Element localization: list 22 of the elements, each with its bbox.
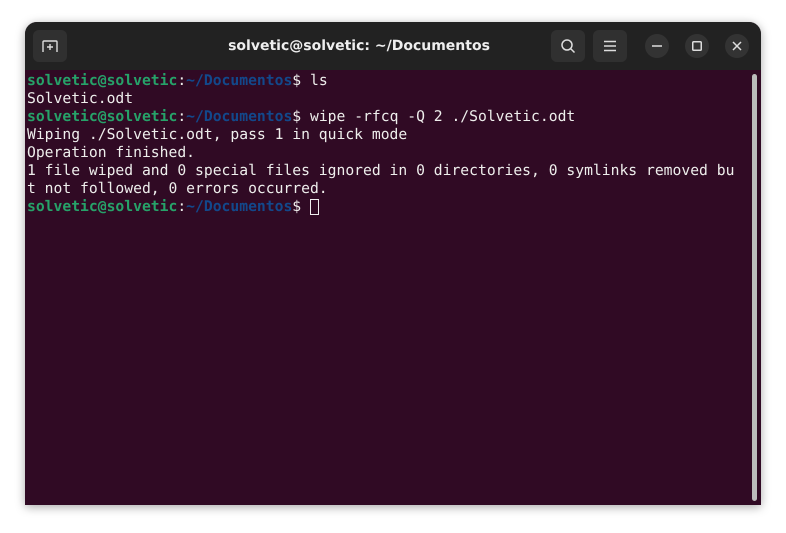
output-line: 1 file wiped and 0 special files ignored in 0 directories, 0 symlinks removed bu <box>27 162 734 180</box>
prompt-line: solvetic@solvetic:~/Documentos$ <box>27 198 302 216</box>
menu-button[interactable] <box>593 30 627 62</box>
menu-icon <box>603 40 617 52</box>
output-line: Solvetic.odt <box>27 90 134 108</box>
maximize-icon <box>692 41 702 51</box>
minimize-icon <box>652 45 662 47</box>
search-button[interactable] <box>551 30 585 62</box>
window-title: solvetic@solvetic: ~/Documentos <box>227 38 491 54</box>
prompt-line: solvetic@solvetic:~/Documentos$ wipe -rfcq -Q 2 ./Solvetic.odt <box>27 108 576 126</box>
output-line: Wiping ./Solvetic.odt, pass 1 in quick mode <box>27 126 408 144</box>
prompt-line: solvetic@solvetic:~/Documentos$ ls <box>27 72 328 90</box>
new-tab-icon <box>42 39 58 53</box>
minimize-button[interactable] <box>645 34 669 58</box>
scrollbar[interactable] <box>752 74 757 501</box>
close-button[interactable] <box>725 34 749 58</box>
new-tab-button[interactable] <box>33 30 67 62</box>
search-icon <box>560 38 576 54</box>
close-icon <box>732 41 742 51</box>
output-line: Operation finished. <box>27 144 196 162</box>
maximize-button[interactable] <box>685 34 709 58</box>
output-line: t not followed, 0 errors occurred. <box>27 180 328 198</box>
